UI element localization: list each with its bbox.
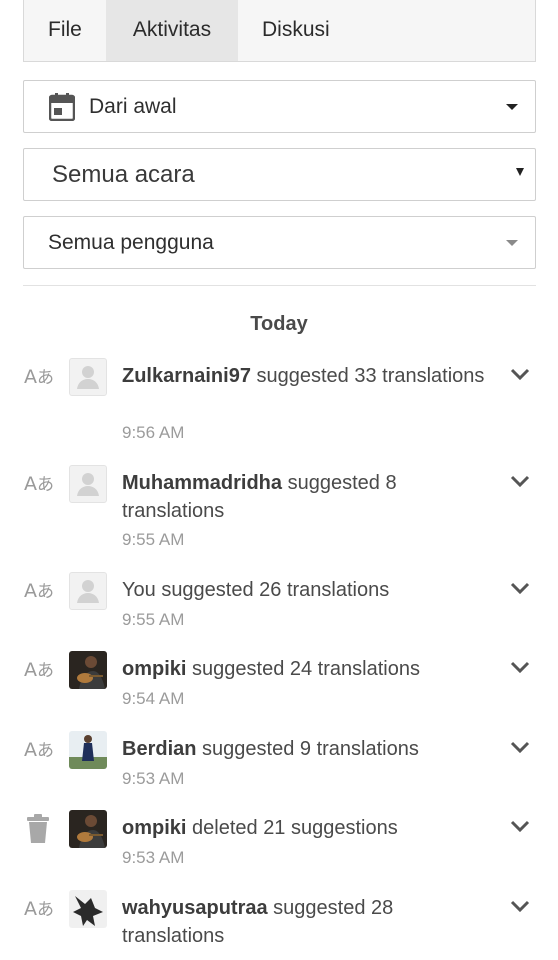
tab-aktivitas[interactable]: Aktivitas: [106, 0, 238, 61]
user-name[interactable]: Muhammadridha: [122, 472, 282, 494]
activity-time: 9:56 AM: [122, 423, 185, 442]
user-name[interactable]: Berdian: [122, 738, 196, 760]
chevron-down-icon[interactable]: [510, 474, 530, 488]
chevron-down-icon[interactable]: [510, 819, 530, 833]
user-name[interactable]: wahyusaputraa: [122, 897, 268, 919]
chevron-down-icon[interactable]: [510, 899, 530, 913]
avatar[interactable]: [69, 358, 107, 396]
trash-icon: [26, 814, 50, 849]
tab-diskusi[interactable]: Diskusi: [238, 0, 330, 61]
section-heading-today: Today: [250, 313, 308, 335]
user-filter-select[interactable]: Semua pengguna: [23, 216, 536, 269]
translate-icon: Aあ: [24, 580, 54, 602]
avatar[interactable]: [69, 465, 107, 503]
activity-text: Zulkarnaini97 suggested 33 translations: [122, 365, 485, 387]
activity-text: Berdian suggested 9 translations: [122, 738, 419, 760]
activity-text: You suggested 26 translations: [122, 579, 390, 601]
user-filter-value: Semua pengguna: [48, 230, 214, 254]
user-name[interactable]: Zulkarnaini97: [122, 365, 251, 387]
translate-icon: Aあ: [24, 898, 54, 920]
chevron-down-icon: [516, 168, 524, 177]
chevron-down-icon[interactable]: [510, 660, 530, 674]
user-name: You: [122, 579, 156, 601]
date-filter-value: Dari awal: [89, 94, 177, 118]
avatar[interactable]: [69, 731, 107, 769]
chevron-down-icon[interactable]: [510, 367, 530, 381]
activity-text: Muhammadridha suggested 8 translations: [122, 472, 397, 522]
translate-icon: Aあ: [24, 473, 54, 495]
activity-text: wahyusaputraa suggested 28 translations: [122, 897, 394, 947]
activity-text: ompiki suggested 24 translations: [122, 658, 420, 680]
user-name[interactable]: ompiki: [122, 658, 186, 680]
tab-bar: File Aktivitas Diskusi: [23, 0, 536, 62]
activity-time: 9:54 AM: [122, 689, 185, 708]
avatar[interactable]: [69, 572, 107, 610]
chevron-down-icon[interactable]: [510, 581, 530, 595]
tab-file[interactable]: File: [24, 0, 106, 61]
event-filter-select[interactable]: Semua acara: [23, 148, 536, 201]
calendar-icon: [48, 92, 76, 121]
translate-icon: Aあ: [24, 366, 54, 388]
translate-icon: Aあ: [24, 739, 54, 761]
activity-time: 9:55 AM: [122, 610, 185, 629]
activity-time: 9:53 AM: [122, 848, 185, 867]
avatar[interactable]: [69, 810, 107, 848]
activity-time: 9:53 AM: [122, 769, 185, 788]
translate-icon: Aあ: [24, 659, 54, 681]
chevron-down-icon: [506, 103, 518, 110]
avatar[interactable]: [69, 651, 107, 689]
date-filter-select[interactable]: Dari awal: [23, 80, 536, 133]
divider: [23, 285, 536, 286]
chevron-down-icon: [506, 239, 518, 246]
activity-time: 9:55 AM: [122, 530, 185, 549]
user-name[interactable]: ompiki: [122, 817, 186, 839]
activity-text: ompiki deleted 21 suggestions: [122, 817, 398, 839]
chevron-down-icon[interactable]: [510, 740, 530, 754]
event-filter-value: Semua acara: [52, 160, 195, 188]
avatar[interactable]: [69, 890, 107, 928]
